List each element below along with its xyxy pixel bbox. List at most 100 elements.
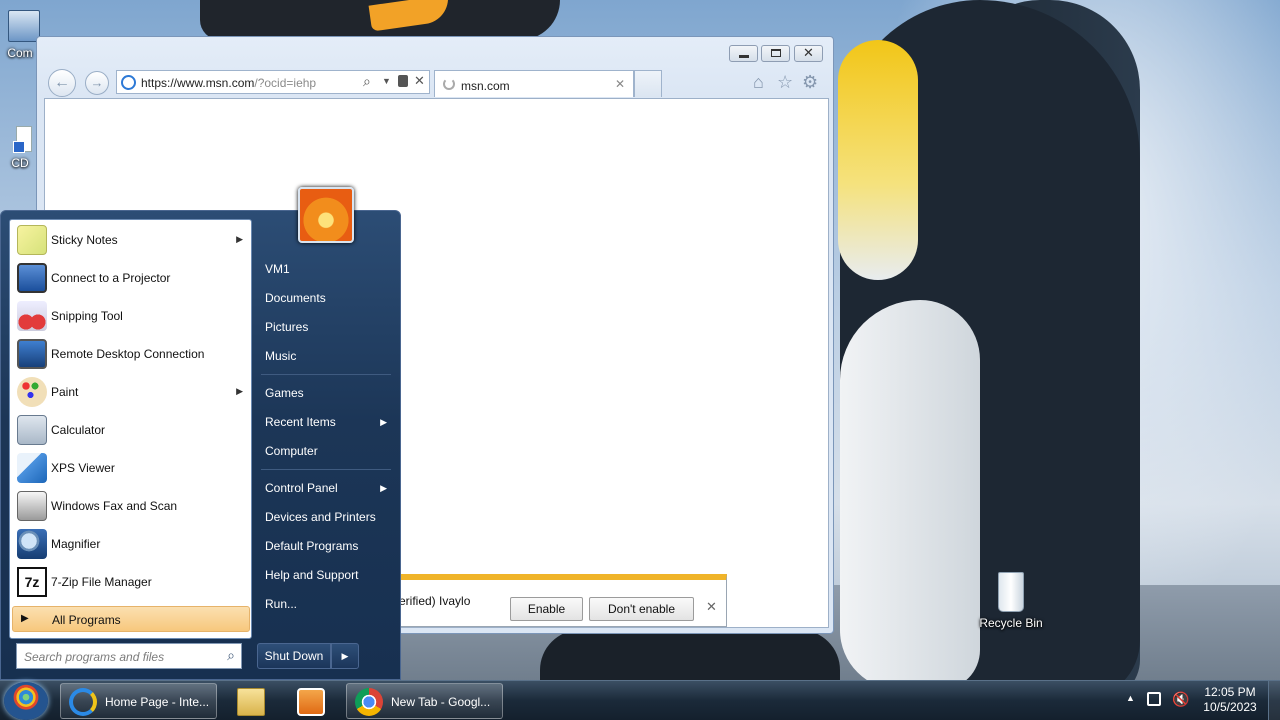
url-host: https://www.msn.com	[141, 76, 255, 90]
taskbar-button-ie[interactable]: Home Page - Inte...	[60, 683, 217, 719]
chevron-right-icon: ▶	[341, 651, 349, 661]
desktop-icon-cd[interactable]: CD	[0, 126, 40, 170]
start-link-recent-items[interactable]: Recent Items ▶	[255, 409, 395, 435]
favorites-star-icon[interactable]: ☆	[777, 72, 793, 93]
separator	[261, 374, 391, 375]
start-link-label: Devices and Printers	[265, 510, 376, 524]
lock-icon[interactable]	[398, 75, 408, 87]
start-link-help-support[interactable]: Help and Support	[255, 562, 395, 588]
loading-icon	[443, 78, 455, 90]
settings-gear-icon[interactable]: ⚙	[802, 72, 818, 93]
dropdown-icon[interactable]: ▼	[382, 76, 391, 86]
all-programs-button[interactable]: ▶ All Programs	[12, 606, 250, 632]
volume-muted-icon[interactable]: 🔇	[1172, 691, 1189, 708]
start-link-label: Recent Items	[265, 415, 336, 429]
start-link-run[interactable]: Run...	[255, 591, 395, 617]
back-button[interactable]: ←	[48, 69, 76, 97]
show-desktop-button[interactable]	[1268, 681, 1280, 720]
search-placeholder: Search programs and files	[24, 650, 165, 664]
program-magnifier[interactable]: Magnifier	[14, 526, 249, 562]
home-icon[interactable]: ⌂	[753, 72, 764, 93]
calculator-icon	[17, 415, 47, 445]
show-hidden-icons-icon[interactable]: ▲	[1126, 693, 1135, 703]
enable-button[interactable]: Enable	[510, 597, 583, 621]
recycle-bin-icon	[998, 572, 1024, 612]
start-link-label: Control Panel	[265, 481, 338, 495]
submenu-arrow-icon: ▶	[380, 417, 387, 427]
desktop-icon-label: CD	[11, 156, 29, 170]
restore-button[interactable]	[761, 45, 790, 62]
start-link-label: Music	[265, 349, 297, 363]
paint-icon	[17, 377, 47, 407]
tab-msn[interactable]: msn.com ✕	[434, 70, 634, 97]
start-link-games[interactable]: Games	[255, 380, 395, 406]
addon-notification-bar: erified) Ivaylo Enable Don't enable ✕	[398, 574, 727, 627]
tab-close-icon[interactable]: ✕	[615, 77, 625, 91]
program-label: Windows Fax and Scan	[51, 499, 178, 513]
taskbar: Home Page - Inte... New Tab - Googl... ▲…	[0, 680, 1280, 720]
projector-icon	[17, 263, 47, 293]
restore-icon	[771, 49, 781, 57]
program-label: Sticky Notes	[51, 233, 118, 247]
program-paint[interactable]: Paint ▶	[14, 374, 249, 410]
taskbar-button-label: New Tab - Googl...	[391, 695, 491, 709]
programs-pane: Sticky Notes ▶ Connect to a Projector Sn…	[9, 219, 252, 639]
start-link-pictures[interactable]: Pictures	[255, 314, 395, 340]
program-xps-viewer[interactable]: XPS Viewer	[14, 450, 249, 486]
chrome-icon	[355, 688, 383, 716]
start-link-label: Help and Support	[265, 568, 359, 582]
start-search-input[interactable]: Search programs and files ⌕	[16, 643, 242, 669]
network-icon[interactable]	[1147, 692, 1161, 706]
taskbar-button-explorer[interactable]	[224, 683, 278, 719]
remote-desktop-icon	[17, 339, 47, 369]
new-tab-button[interactable]	[634, 70, 662, 97]
start-link-control-panel[interactable]: Control Panel ▶	[255, 475, 395, 501]
program-label: Connect to a Projector	[51, 271, 171, 285]
stop-icon[interactable]: ✕	[414, 73, 425, 89]
minimize-button[interactable]	[729, 45, 758, 62]
program-label: XPS Viewer	[51, 461, 115, 475]
start-link-label: VM1	[265, 262, 290, 276]
program-sticky-notes[interactable]: Sticky Notes ▶	[14, 222, 249, 258]
submenu-arrow-icon: ▶	[380, 483, 387, 493]
start-link-vm1[interactable]: VM1	[255, 256, 395, 282]
search-icon[interactable]: ⌕	[363, 73, 371, 90]
clock-time: 12:05 PM	[1204, 685, 1256, 699]
address-bar[interactable]: https://www.msn.com/?ocid=iehp ⌕ ▼ ✕	[116, 70, 430, 94]
start-link-documents[interactable]: Documents	[255, 285, 395, 311]
fax-icon	[17, 491, 47, 521]
program-remote-desktop[interactable]: Remote Desktop Connection	[14, 336, 249, 372]
forward-button[interactable]: →	[85, 71, 109, 95]
program-7zip[interactable]: 7z 7-Zip File Manager	[14, 564, 249, 600]
user-picture[interactable]	[298, 187, 354, 243]
program-snipping-tool[interactable]: Snipping Tool	[14, 298, 249, 334]
close-button[interactable]: ✕	[794, 45, 823, 62]
taskbar-button-label: Home Page - Inte...	[105, 695, 210, 709]
desktop-icon-computer[interactable]: Com	[0, 10, 40, 60]
program-label: 7-Zip File Manager	[51, 575, 152, 589]
internet-explorer-icon	[69, 688, 97, 716]
sticky-notes-icon	[17, 225, 47, 255]
desktop-icon-recycle-bin[interactable]: Recycle Bin	[976, 572, 1046, 630]
clock[interactable]: 12:05 PM 10/5/2023	[1196, 685, 1264, 715]
start-link-default-programs[interactable]: Default Programs	[255, 533, 395, 559]
taskbar-button-chrome[interactable]: New Tab - Googl...	[346, 683, 503, 719]
magnifier-icon	[17, 529, 47, 559]
url-path: /?ocid=iehp	[254, 76, 317, 90]
start-link-music[interactable]: Music	[255, 343, 395, 369]
start-link-devices-printers[interactable]: Devices and Printers	[255, 504, 395, 530]
start-link-computer[interactable]: Computer	[255, 438, 395, 464]
address-url: https://www.msn.com/?ocid=iehp	[141, 76, 316, 90]
dont-enable-button[interactable]: Don't enable	[589, 597, 694, 621]
shut-down-button[interactable]: Shut Down	[257, 643, 331, 669]
search-icon: ⌕	[227, 647, 235, 663]
shut-down-options-button[interactable]: ▶	[331, 643, 359, 669]
program-connect-projector[interactable]: Connect to a Projector	[14, 260, 249, 296]
taskbar-button-media-player[interactable]	[284, 683, 338, 719]
notification-close-icon[interactable]: ✕	[706, 599, 717, 615]
start-button[interactable]	[4, 682, 48, 720]
program-label: Calculator	[51, 423, 106, 437]
program-calculator[interactable]: Calculator	[14, 412, 249, 448]
start-link-label: Default Programs	[265, 539, 359, 553]
program-fax-and-scan[interactable]: Windows Fax and Scan	[14, 488, 249, 524]
